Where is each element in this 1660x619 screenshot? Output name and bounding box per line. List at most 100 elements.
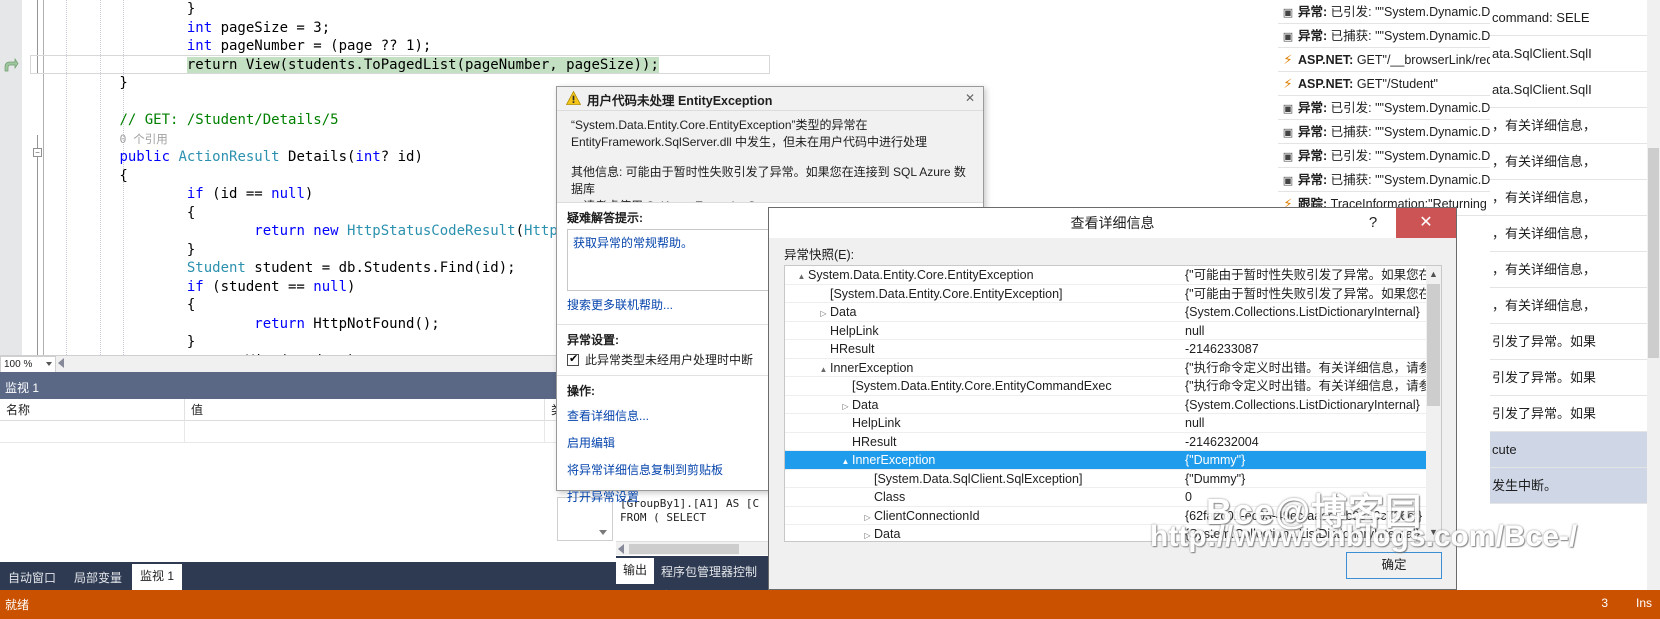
debug-tab-监视1[interactable]: 监视 1 bbox=[132, 564, 183, 590]
event-detail-row[interactable]: ，有关详细信息， bbox=[1490, 108, 1660, 144]
snapshot-row-name: HelpLink bbox=[852, 416, 901, 430]
event-detail-row[interactable]: ，有关详细信息， bbox=[1490, 144, 1660, 180]
snapshot-row-value: {"执行命令定义时出错。有关详细信息，请参阅内部异常。"} bbox=[1185, 360, 1430, 375]
troubleshooting-tip-link[interactable]: 获取异常的常规帮助。 bbox=[573, 236, 693, 250]
event-category: 异常: bbox=[1298, 29, 1328, 43]
zoom-level-combobox[interactable]: 100 % bbox=[0, 356, 56, 373]
scroll-down-arrow-icon[interactable]: ▼ bbox=[1426, 524, 1441, 541]
event-detail-row[interactable]: ata.SqlClient.SqlI bbox=[1490, 36, 1660, 72]
event-detail-row[interactable]: ata.SqlClient.SqlI bbox=[1490, 72, 1660, 108]
snapshot-row-value: -2146233087 bbox=[1185, 342, 1259, 356]
snapshot-row-name: HResult bbox=[852, 434, 897, 449]
view-detail-dialog[interactable]: 查看详细信息 ? ✕ 异常快照(E): ▲ System.Data.Entity.… bbox=[768, 207, 1457, 590]
snapshot-row-value: {"可能由于暂时性失败引发了异常。如果您在连接到 SQL Azur bbox=[1185, 286, 1430, 301]
exception-icon: ▣ bbox=[1282, 103, 1294, 115]
scroll-left-arrow-icon[interactable] bbox=[618, 544, 624, 554]
exception-body-line3: 其他信息: 可能由于暂时性失败引发了异常。如果您在连接到 SQL Azure 数… bbox=[571, 165, 966, 196]
event-category: 异常: bbox=[1298, 125, 1328, 139]
output-horizontal-scrollbar[interactable] bbox=[616, 541, 768, 555]
snapshot-row[interactable]: ▷ Data {System.Collections.ListDictionaryI… bbox=[785, 396, 1441, 414]
code-line[interactable]: int pageSize = 3; bbox=[44, 19, 770, 38]
events-vertical-scrollbar[interactable] bbox=[1647, 0, 1660, 590]
event-detail-row[interactable]: 引发了异常。如果 bbox=[1490, 360, 1660, 396]
snapshot-row-value: {System.Collections.ListDictionaryIntern… bbox=[1185, 397, 1420, 412]
snapshot-row[interactable]: Class 0 bbox=[785, 488, 1441, 507]
code-line[interactable]: } bbox=[44, 0, 770, 19]
exception-snapshot-label: 异常快照(E): bbox=[784, 248, 855, 262]
snapshot-row-name: [System.Data.Entity.Core.EntityException… bbox=[830, 286, 1063, 301]
watch-column-name[interactable]: 名称 bbox=[0, 399, 185, 421]
chevron-down-icon bbox=[46, 362, 52, 366]
exception-popup-body: “System.Data.Entity.Core.EntityException… bbox=[557, 111, 983, 213]
outlining-collapse-toggle[interactable]: − bbox=[33, 148, 42, 157]
snapshot-row[interactable]: ▷ Data {System.Collections.ListDictionaryI… bbox=[785, 525, 1441, 541]
event-detail-row[interactable]: 引发了异常。如果 bbox=[1490, 324, 1660, 360]
status-text: 就绪 bbox=[5, 598, 30, 612]
exception-body-line2: EntityFramework.SqlServer.dll 中发生，但未在用户代… bbox=[571, 135, 928, 149]
output-tab-程序包管理器控制台[interactable]: 程序包管理器控制台 bbox=[654, 560, 768, 603]
exception-popup-title: 用户代码未处理 EntityException bbox=[587, 94, 773, 108]
event-detail-row[interactable]: cute bbox=[1490, 432, 1660, 468]
snapshot-row[interactable]: ▷ ClientConnectionId {62fa2c01-ec03-49ec-a… bbox=[785, 507, 1441, 528]
exception-body-line1: “System.Data.Entity.Core.EntityException… bbox=[571, 118, 868, 132]
scrollbar-thumb[interactable] bbox=[1648, 148, 1659, 358]
snapshot-row-name: HResult bbox=[830, 342, 875, 356]
expander-icon[interactable]: ▷ bbox=[861, 527, 874, 541]
event-detail-row[interactable]: ，有关详细信息， bbox=[1490, 288, 1660, 324]
watch-column-value[interactable]: 值 bbox=[185, 399, 545, 421]
output-window-tabs: 输出程序包管理器控制台 bbox=[616, 556, 768, 603]
snapshot-row-name: ▷ ClientConnectionId bbox=[785, 507, 1185, 528]
status-column: 3 bbox=[1601, 596, 1608, 610]
exception-icon: ▣ bbox=[1282, 31, 1294, 43]
snapshot-row-value: null bbox=[1185, 323, 1205, 338]
event-text: GET"/Student" bbox=[1356, 77, 1438, 91]
snapshot-row[interactable]: HResult -2146232004 bbox=[785, 433, 1441, 451]
snapshot-row[interactable]: HelpLink null bbox=[785, 414, 1441, 433]
snapshot-row[interactable]: ▲ System.Data.Entity.Core.EntityException… bbox=[785, 266, 1441, 285]
scrollbar-thumb[interactable] bbox=[1427, 284, 1440, 406]
snapshot-row[interactable]: HResult -2146233087 bbox=[785, 340, 1441, 359]
status-insert-mode: Ins bbox=[1635, 596, 1652, 610]
close-icon[interactable]: ✕ bbox=[965, 91, 975, 105]
snapshot-row-name: ▷ Data bbox=[785, 525, 1185, 541]
code-line[interactable]: return View(students.ToPagedList(pageNum… bbox=[44, 56, 770, 75]
snapshot-row[interactable]: HelpLink null bbox=[785, 322, 1441, 340]
help-icon[interactable]: ? bbox=[1352, 208, 1394, 238]
event-detail-row[interactable]: ，有关详细信息， bbox=[1490, 216, 1660, 252]
event-detail-row[interactable]: 发生中断。 bbox=[1490, 468, 1660, 504]
ok-button[interactable]: 确定 bbox=[1346, 552, 1442, 579]
output-tab-输出[interactable]: 输出 bbox=[616, 558, 655, 584]
exception-snapshot-grid[interactable]: ▲ System.Data.Entity.Core.EntityException… bbox=[784, 265, 1442, 542]
editor-change-bar bbox=[22, 0, 30, 355]
snapshot-row-name: HelpLink bbox=[830, 323, 879, 338]
debug-tab-局部变量[interactable]: 局部变量 bbox=[66, 566, 130, 590]
event-detail-row[interactable]: 引发了异常。如果 bbox=[1490, 396, 1660, 432]
snapshot-row-name: [System.Data.Entity.Core.EntityCommandEx… bbox=[852, 379, 1112, 393]
snapshot-row[interactable]: [System.Data.SqlClient.SqlException] {"Du… bbox=[785, 470, 1441, 488]
snapshot-row-value: null bbox=[1185, 416, 1205, 430]
warning-icon bbox=[566, 91, 581, 105]
editor-indicator-margin bbox=[0, 0, 22, 355]
event-detail-row[interactable]: ，有关详细信息， bbox=[1490, 252, 1660, 288]
snapshot-row[interactable]: [System.Data.Entity.Core.EntityCommandEx… bbox=[785, 377, 1441, 396]
grid-vertical-scrollbar[interactable]: ▲ ▼ bbox=[1426, 266, 1441, 541]
snapshot-row-name: [System.Data.SqlClient.SqlException] bbox=[874, 471, 1083, 486]
exception-icon: ▣ bbox=[1282, 127, 1294, 139]
event-category: ASP.NET: bbox=[1298, 77, 1354, 91]
diagnostic-events-detail-column[interactable]: command: SELE ata.SqlClient.SqlI ata.SqlCl… bbox=[1490, 0, 1660, 590]
event-detail-row[interactable]: ，有关详细信息， bbox=[1490, 180, 1660, 216]
snapshot-row[interactable]: ▷ Data {System.Collections.ListDictionaryI… bbox=[785, 303, 1441, 322]
close-icon[interactable]: ✕ bbox=[1396, 208, 1456, 238]
scrollbar-thumb[interactable] bbox=[629, 544, 739, 554]
snapshot-row-value: {"Dummy"} bbox=[1185, 453, 1246, 467]
snapshot-row-name: Class bbox=[874, 490, 906, 504]
horizontal-scroll-left-arrow-icon[interactable] bbox=[58, 358, 64, 368]
checkbox-checked-icon[interactable] bbox=[567, 352, 579, 366]
scroll-up-arrow-icon[interactable]: ▲ bbox=[1426, 266, 1441, 283]
snapshot-row[interactable]: [System.Data.Entity.Core.EntityException… bbox=[785, 285, 1441, 303]
debug-tab-自动窗口[interactable]: 自动窗口 bbox=[0, 566, 64, 590]
event-detail-row[interactable]: command: SELE bbox=[1490, 0, 1660, 36]
snapshot-row[interactable]: ▲ InnerException {"Dummy"} bbox=[785, 451, 1441, 470]
snapshot-row[interactable]: ▲InnerException{"执行命令定义时出错。有关详细信息，请参阅内部异… bbox=[785, 359, 1441, 377]
code-line[interactable]: int pageNumber = (page ?? 1); bbox=[44, 37, 770, 56]
